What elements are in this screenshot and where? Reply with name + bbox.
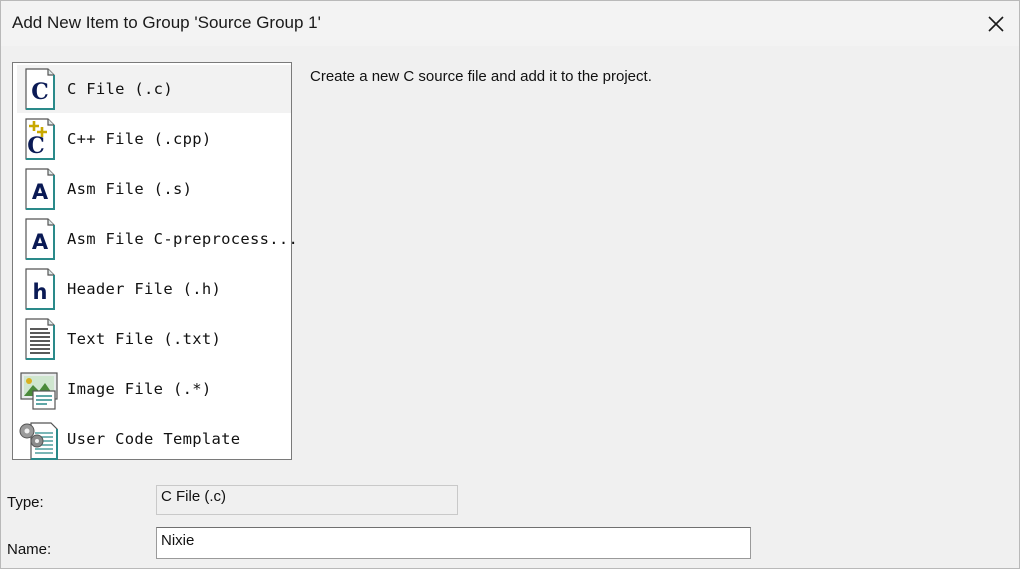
- title-bar: Add New Item to Group 'Source Group 1': [1, 1, 1019, 46]
- add-new-item-dialog: Add New Item to Group 'Source Group 1' C…: [0, 0, 1020, 569]
- list-item-label: Asm File C-preprocess...: [67, 230, 299, 248]
- list-item-cpp-file[interactable]: C C++ File (.cpp): [17, 115, 291, 163]
- text-file-icon: [17, 315, 61, 363]
- header-file-icon: h: [17, 265, 61, 313]
- close-icon: [988, 15, 1004, 32]
- list-item-label: Text File (.txt): [67, 330, 222, 348]
- image-file-icon: [17, 365, 61, 413]
- svg-text:h: h: [33, 280, 48, 304]
- list-item-header-file[interactable]: h Header File (.h): [17, 265, 291, 313]
- list-item-c-file[interactable]: C C File (.c): [17, 65, 291, 113]
- svg-text:C: C: [31, 79, 49, 105]
- close-button[interactable]: [973, 1, 1019, 46]
- list-item-label: C++ File (.cpp): [67, 130, 212, 148]
- list-item-image-file[interactable]: Image File (.*): [17, 365, 291, 413]
- user-code-template-icon: [17, 415, 61, 463]
- c-file-icon: C: [17, 65, 61, 113]
- name-label: Name:: [7, 541, 52, 558]
- list-item-text-file[interactable]: Text File (.txt): [17, 315, 291, 363]
- cpp-file-icon: C: [17, 115, 61, 163]
- list-item-label: C File (.c): [67, 80, 173, 98]
- dialog-title: Add New Item to Group 'Source Group 1': [12, 13, 321, 32]
- list-item-asm-file[interactable]: A Asm File (.s): [17, 165, 291, 213]
- list-item-asm-file-preprocess[interactable]: A Asm File C-preprocess...: [17, 215, 298, 263]
- list-item-label: Asm File (.s): [67, 180, 193, 198]
- svg-text:A: A: [32, 230, 49, 254]
- item-type-list[interactable]: C C File (.c) C C++ File (.cpp) A Asm Fi…: [12, 62, 298, 463]
- list-item-user-code-template[interactable]: User Code Template: [17, 415, 291, 463]
- name-input[interactable]: [156, 527, 751, 559]
- list-item-label: Header File (.h): [67, 280, 222, 298]
- list-item-label: User Code Template: [67, 430, 241, 448]
- item-description: Create a new C source file and add it to…: [310, 68, 652, 85]
- type-label: Type:: [7, 494, 44, 511]
- type-field: C File (.c): [156, 485, 458, 515]
- asm-file-preprocess-icon: A: [17, 215, 61, 263]
- svg-text:A: A: [32, 180, 49, 204]
- list-item-label: Image File (.*): [67, 380, 212, 398]
- asm-file-icon: A: [17, 165, 61, 213]
